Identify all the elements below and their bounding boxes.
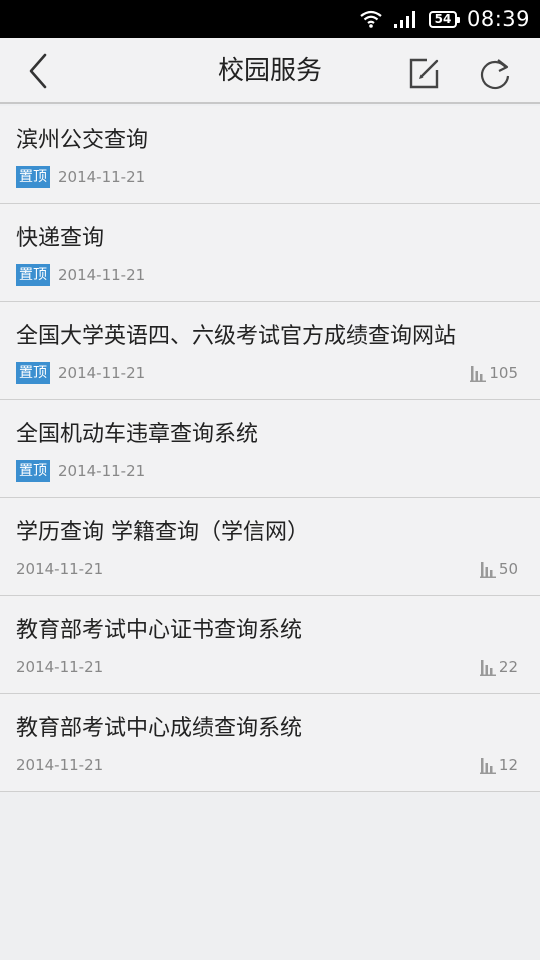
view-count-value: 22 [498,658,518,676]
view-count-value: 12 [498,756,518,774]
item-meta: 置顶 2014-11-21 [16,166,145,188]
list-item[interactable]: 教育部考试中心成绩查询系统 2014-11-21 12 [0,694,540,792]
list-item[interactable]: 全国大学英语四、六级考试官方成绩查询网站 置顶 2014-11-21 105 [0,302,540,400]
back-button[interactable] [18,50,58,92]
back-arrow-icon [29,53,47,89]
item-date: 2014-11-21 [58,266,146,284]
list-item[interactable]: 教育部考试中心证书查询系统 2014-11-21 22 [0,596,540,694]
item-title: 教育部考试中心证书查询系统 [16,618,303,643]
item-title: 滨州公交查询 [16,128,149,153]
service-list: 滨州公交查询 置顶 2014-11-21 快递查询 置顶 2014-11-21 全国大学英语… [0,106,540,792]
item-meta: 2014-11-21 [16,754,103,776]
view-count: 50 [479,558,518,580]
page-title: 校园服务 [217,56,322,86]
item-date: 2014-11-21 [58,364,146,382]
view-count-value: 50 [498,560,518,578]
item-date: 2014-11-21 [58,462,146,480]
pinned-badge: 置顶 [16,460,50,482]
item-date: 2014-11-21 [16,658,104,676]
status-bar: 54 08:39 [0,0,540,38]
wifi-icon [359,10,383,28]
status-time: 08:39 [466,7,530,31]
item-meta: 置顶 2014-11-21 [16,362,145,384]
item-date: 2014-11-21 [16,560,104,578]
view-count: 105 [470,362,518,384]
bar-chart-icon [479,660,496,676]
pinned-badge: 置顶 [16,264,50,286]
refresh-button[interactable] [476,53,516,93]
edit-button[interactable] [404,53,444,93]
header-bar: 校园服务 [0,38,540,104]
item-date: 2014-11-21 [58,168,146,186]
bar-chart-icon [479,562,496,578]
item-meta: 置顶 2014-11-21 [16,460,145,482]
item-date: 2014-11-21 [16,756,104,774]
list-item[interactable]: 学历查询 学籍查询（学信网） 2014-11-21 50 [0,498,540,596]
item-meta: 2014-11-21 [16,656,103,678]
item-title: 全国大学英语四、六级考试官方成绩查询网站 [16,324,457,349]
bar-chart-icon [470,366,487,382]
item-meta: 2014-11-21 [16,558,103,580]
edit-icon [409,58,439,89]
view-count: 22 [479,656,518,678]
item-title: 学历查询 学籍查询（学信网） [16,520,309,545]
view-count: 12 [479,754,518,776]
refresh-icon [480,59,510,90]
list-item[interactable]: 快递查询置顶 2014-11-21 [0,204,540,302]
list-item[interactable]: 全国机动车违章查询系统 置顶 2014-11-21 [0,400,540,498]
list-item[interactable]: 滨州公交查询 置顶 2014-11-21 [0,106,540,204]
signal-icon [393,10,419,28]
battery-icon: 54 [428,10,460,28]
bar-chart-icon [479,758,496,774]
item-title: 教育部考试中心成绩查询系统 [16,716,303,741]
pinned-badge: 置顶 [16,166,50,188]
item-meta: 置顶 2014-11-21 [16,264,145,286]
item-title: 全国机动车违章查询系统 [16,422,259,447]
view-count-value: 105 [489,364,518,382]
pinned-badge: 置顶 [16,362,50,384]
item-title: 快递查询 [16,226,105,251]
